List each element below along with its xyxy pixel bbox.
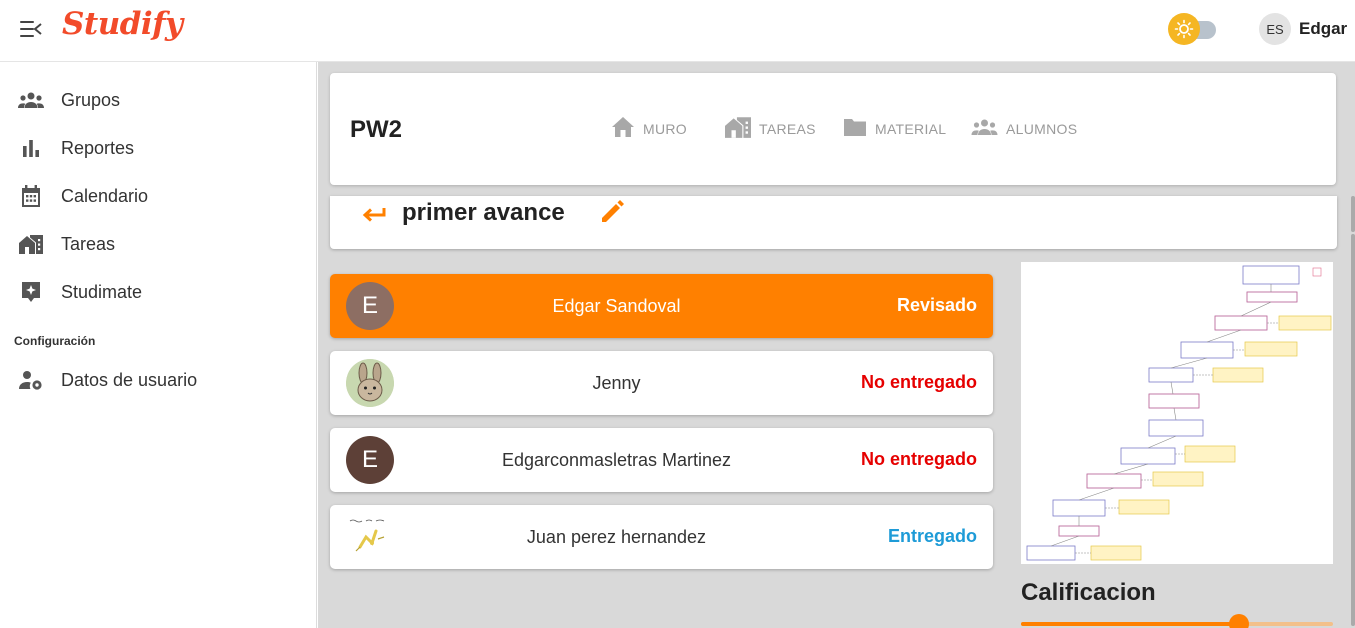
- user-settings-icon: [18, 367, 44, 393]
- sidebar-item-datos-de-usuario[interactable]: Datos de usuario: [0, 358, 317, 402]
- submission-preview[interactable]: [1021, 262, 1333, 564]
- user-name[interactable]: Edgar: [1299, 19, 1347, 39]
- tab-label: MATERIAL: [875, 121, 947, 137]
- grade-label: Calificacion: [1021, 579, 1156, 606]
- sidebar-item-grupos[interactable]: Grupos: [0, 78, 317, 122]
- groups-icon: [18, 87, 44, 113]
- grade-slider[interactable]: [1021, 614, 1333, 628]
- language-avatar[interactable]: ES: [1259, 13, 1291, 45]
- tab-alumnos[interactable]: ALUMNOS: [971, 117, 1077, 141]
- home-icon: [611, 116, 635, 143]
- main-scrollbar[interactable]: [1351, 62, 1355, 628]
- sidebar-item-label: Tareas: [61, 233, 116, 254]
- sidebar-item-label: Datos de usuario: [61, 369, 198, 390]
- student-row-edgarconmasletras-martinez[interactable]: E Edgarconmasletras Martinez No entregad…: [330, 428, 993, 492]
- grade-slider-thumb[interactable]: [1229, 614, 1250, 628]
- sidebar-item-studimate[interactable]: Studimate: [0, 270, 317, 314]
- menu-collapse-icon[interactable]: [20, 19, 42, 39]
- sidebar-item-label: Studimate: [61, 281, 143, 302]
- config-section-title: Configuración: [14, 334, 96, 348]
- assignment-header: primer avance: [330, 196, 1337, 249]
- tab-muro[interactable]: MURO: [611, 116, 687, 143]
- status-badge: Revisado: [896, 295, 977, 315]
- tab-label: MURO: [643, 121, 687, 137]
- main-content: PW2 MURO TAREAS MATERIAL ALUMNOS primer …: [318, 62, 1355, 628]
- calendar-icon: [18, 183, 44, 209]
- bar-chart-icon: [18, 135, 44, 161]
- status-badge: No entregado: [860, 372, 977, 392]
- scrollbar-thumb[interactable]: [1351, 234, 1355, 626]
- sketch-avatar-icon: [349, 519, 385, 552]
- student-name: Jenny: [592, 373, 641, 393]
- avatar: [346, 513, 394, 561]
- avatar: [346, 359, 394, 407]
- class-title: PW2: [350, 116, 403, 143]
- avatar: E: [346, 436, 394, 484]
- class-header-card: PW2 MURO TAREAS MATERIAL ALUMNOS: [330, 73, 1336, 185]
- student-name: Edgarconmasletras Martinez: [501, 450, 732, 470]
- back-arrow-icon[interactable]: [360, 200, 388, 228]
- sidebar-item-label: Grupos: [61, 89, 121, 110]
- status-badge: No entregado: [860, 449, 977, 469]
- sidebar-item-label: Calendario: [61, 185, 149, 206]
- groups-icon: [971, 118, 998, 141]
- student-name: Juan perez hernandez: [526, 527, 707, 547]
- student-row-jenny[interactable]: Jenny No entregado: [330, 351, 993, 415]
- student-name: Edgar Sandoval: [552, 296, 681, 316]
- sidebar-item-reportes[interactable]: Reportes: [0, 126, 317, 170]
- scrollbar-thumb-top[interactable]: [1351, 196, 1355, 232]
- status-badge: Entregado: [887, 526, 977, 546]
- sidebar-item-calendario[interactable]: Calendario: [0, 174, 317, 218]
- folder-icon: [843, 117, 867, 142]
- tab-label: TAREAS: [759, 121, 816, 137]
- tab-tareas[interactable]: TAREAS: [725, 116, 816, 143]
- tasks-building-icon: [18, 231, 44, 257]
- flowchart-thumbnail: [1026, 265, 1332, 561]
- bunny-avatar-icon: [346, 359, 394, 407]
- brand-logo[interactable]: Studify: [62, 6, 183, 42]
- sun-icon: [1168, 13, 1200, 45]
- student-row-edgar-sandoval[interactable]: E Edgar Sandoval Revisado: [330, 274, 993, 338]
- top-bar: Studify ES Edgar: [0, 0, 1355, 62]
- grade-slider-fill: [1021, 622, 1240, 626]
- avatar: E: [346, 282, 394, 330]
- theme-toggle[interactable]: [1168, 13, 1218, 45]
- edit-pencil-icon[interactable]: [598, 198, 626, 226]
- tab-material[interactable]: MATERIAL: [843, 117, 946, 141]
- sidebar-item-label: Reportes: [61, 137, 135, 158]
- tab-label: ALUMNOS: [1006, 121, 1078, 137]
- sparkle-badge-icon: [18, 279, 44, 305]
- sidebar: Grupos Reportes Calendario Tareas Studim…: [0, 62, 317, 628]
- student-row-juan-perez-hernandez[interactable]: Juan perez hernandez Entregado: [330, 505, 993, 569]
- assignment-title: primer avance: [402, 199, 565, 226]
- tasks-building-icon: [725, 116, 751, 143]
- sidebar-item-tareas[interactable]: Tareas: [0, 222, 317, 266]
